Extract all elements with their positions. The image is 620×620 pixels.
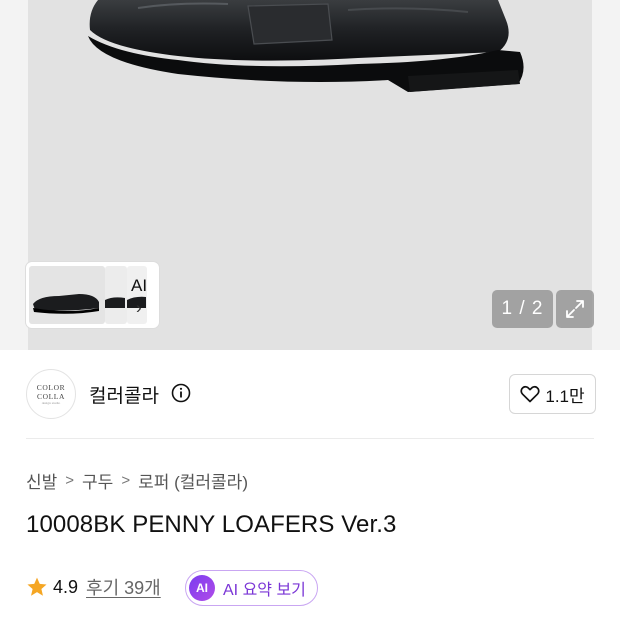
- thumbnail-1[interactable]: [29, 266, 105, 324]
- like-count: 1.1만: [545, 386, 585, 406]
- ai-summary-label: AI 요약 보기: [223, 582, 306, 599]
- rating-score: 4.9: [53, 576, 79, 597]
- heart-outline-icon: [520, 385, 540, 403]
- star-filled-icon: [27, 577, 47, 596]
- like-button[interactable]: 1.1만: [509, 374, 596, 414]
- breadcrumb-item-dress-shoes[interactable]: 구두: [82, 468, 113, 493]
- image-counter: 1 / 2: [492, 290, 553, 328]
- shoe-thumbnail-image: [105, 297, 125, 308]
- divider: [26, 438, 594, 439]
- expand-arrows-icon: [566, 300, 584, 318]
- rating-row: 4.9 후기 39개: [26, 574, 161, 600]
- breadcrumb-separator: >: [121, 472, 131, 489]
- product-title: 10008BK PENNY LOAFERS Ver.3: [26, 511, 397, 538]
- product-image-area[interactable]: AI › 1 / 2: [0, 0, 620, 350]
- breadcrumb-item-shoes[interactable]: 신발: [26, 468, 57, 493]
- expand-button[interactable]: [556, 290, 594, 328]
- brand-logo[interactable]: COLOR COLLA design studio: [26, 369, 76, 419]
- review-count-link[interactable]: 후기 39개: [86, 574, 161, 600]
- brand-logo-text: COLLA: [37, 391, 65, 401]
- ai-thumbnail-label[interactable]: AI: [131, 276, 147, 296]
- info-circle-icon[interactable]: [171, 383, 191, 403]
- brand-logo-text: COLOR: [36, 382, 66, 392]
- brand-name[interactable]: 컬러콜라: [89, 381, 159, 408]
- breadcrumb-separator: >: [65, 472, 75, 489]
- brand-logo-tagline: design studio: [41, 400, 61, 405]
- ai-summary-button[interactable]: AI AI 요약 보기: [185, 570, 318, 606]
- ai-badge-icon: AI: [189, 575, 215, 601]
- breadcrumb-item-loafers[interactable]: 로퍼 (컬러콜라): [138, 468, 248, 493]
- shoe-thumbnail-image: [33, 294, 99, 314]
- chevron-right-icon[interactable]: ›: [136, 298, 142, 318]
- breadcrumb: 신발 > 구두 > 로퍼 (컬러콜라): [26, 468, 248, 493]
- thumbnail-2[interactable]: [105, 266, 127, 324]
